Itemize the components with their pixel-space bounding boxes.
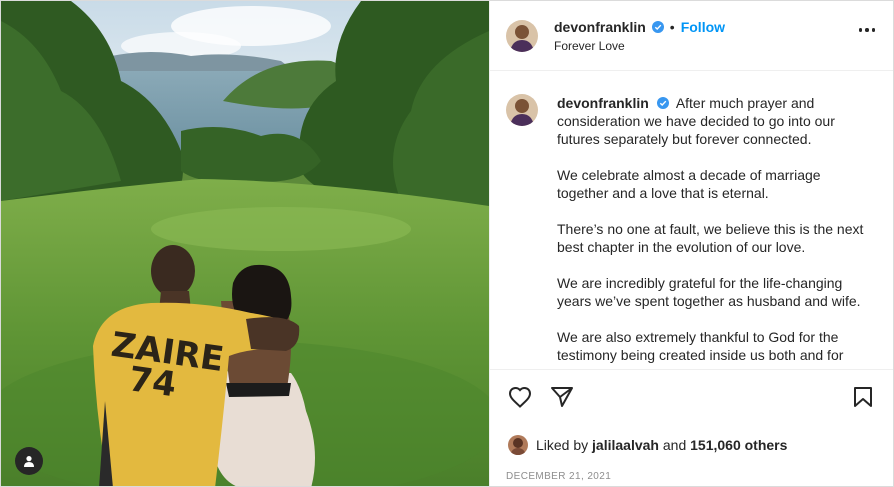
- liker-avatar[interactable]: [508, 435, 528, 455]
- liked-user-link[interactable]: jalilaalvah: [592, 437, 659, 453]
- paper-plane-icon: [551, 387, 573, 407]
- caption-author-avatar[interactable]: [506, 94, 538, 126]
- liked-prefix: Liked by: [536, 437, 589, 453]
- post-actions-section: Liked by jalilaalvah and 151,060 others …: [490, 369, 893, 486]
- action-bar: [506, 382, 877, 412]
- save-button[interactable]: [849, 383, 877, 411]
- author-avatar[interactable]: [506, 19, 538, 52]
- caption-username[interactable]: devonfranklin: [557, 95, 649, 111]
- liker-avatar-image: [508, 435, 528, 455]
- post-location[interactable]: Forever Love: [554, 39, 725, 53]
- user-tag-icon: [24, 456, 34, 467]
- header-separator: •: [669, 18, 675, 35]
- user-tag-button[interactable]: [15, 447, 43, 475]
- share-button[interactable]: [548, 383, 576, 411]
- caption-section: devonfranklin After much prayer and cons…: [490, 71, 893, 369]
- author-avatar-image: [506, 19, 538, 52]
- more-options-icon[interactable]: [858, 28, 875, 32]
- post-caption: devonfranklin After much prayer and cons…: [557, 94, 875, 369]
- shirt-text-line2: 74: [126, 359, 178, 405]
- caption-verified-badge-icon: [656, 97, 669, 109]
- post-dialog: ZAIRE 74 devonfranklin • Follow Forever …: [0, 0, 894, 487]
- post-photo[interactable]: ZAIRE 74: [1, 1, 489, 486]
- caption-avatar-image: [506, 94, 538, 126]
- likes-summary: Liked by jalilaalvah and 151,060 others: [506, 435, 877, 455]
- author-username[interactable]: devonfranklin: [554, 19, 646, 35]
- caption-paragraph: We are incredibly grateful for the life-…: [557, 275, 861, 309]
- post-sidebar: devonfranklin • Follow Forever Love devo…: [489, 1, 893, 486]
- bookmark-icon: [854, 387, 872, 407]
- heart-icon: [508, 386, 532, 408]
- post-header: devonfranklin • Follow Forever Love: [490, 1, 893, 71]
- photo-illustration: ZAIRE 74: [1, 1, 489, 486]
- verified-badge-icon: [651, 20, 664, 33]
- caption-paragraph: There’s no one at fault, we believe this…: [557, 221, 864, 255]
- like-button[interactable]: [506, 383, 534, 411]
- post-date[interactable]: DECEMBER 21, 2021: [506, 471, 877, 482]
- likes-count-link[interactable]: 151,060 others: [690, 437, 787, 453]
- follow-button[interactable]: Follow: [681, 19, 725, 35]
- caption-paragraph: We celebrate almost a decade of marriage…: [557, 167, 821, 201]
- liked-and: and: [662, 437, 687, 453]
- caption-paragraph: We are also extremely thankful to God fo…: [557, 329, 844, 363]
